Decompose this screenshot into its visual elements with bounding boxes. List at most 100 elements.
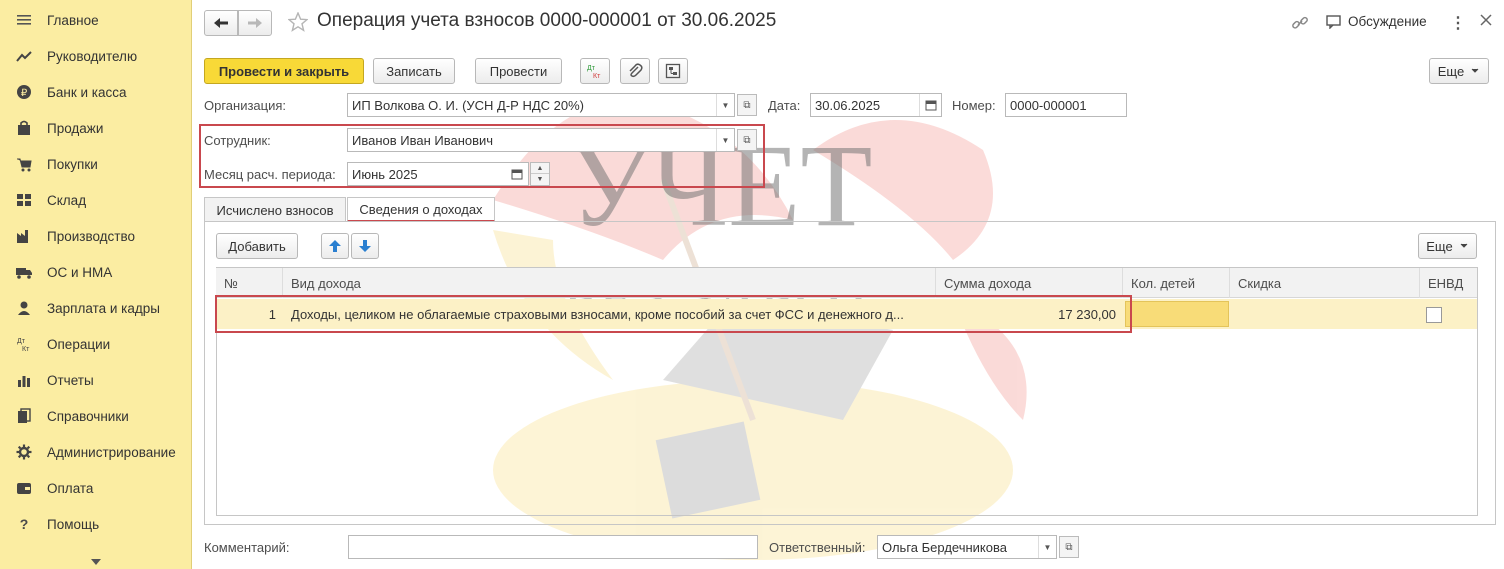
bag-icon (15, 119, 33, 137)
document-form: УЧЕТ БЕЗ ЗАБОТ Операция учета взносов 00… (193, 0, 1504, 569)
forward-button[interactable] (238, 10, 272, 36)
comment-field[interactable] (348, 535, 758, 559)
svg-text:Дт: Дт (17, 338, 26, 345)
tab-income-details[interactable]: Сведения о доходах (347, 197, 495, 222)
close-icon[interactable] (1479, 13, 1493, 30)
row-discount-cell[interactable] (1230, 299, 1420, 329)
row-amount[interactable]: 17 230,00 (936, 299, 1116, 329)
dropdown-icon[interactable]: ▼ (1038, 536, 1056, 558)
row-children-cell[interactable] (1125, 301, 1229, 327)
truck-icon (15, 263, 33, 281)
back-button[interactable] (204, 10, 238, 36)
month-field[interactable]: Июнь 2025 (347, 162, 529, 186)
sidebar-item-admin[interactable]: Администрирование (0, 434, 192, 470)
sidebar-item-label: Справочники (47, 408, 129, 424)
trend-icon (15, 47, 33, 65)
table-more-button[interactable]: Еще (1418, 233, 1477, 259)
sidebar-item-label: Отчеты (47, 372, 94, 388)
person-icon (15, 299, 33, 317)
discussion-button[interactable]: Обсуждение (1326, 14, 1427, 29)
cart-icon (15, 155, 33, 173)
sidebar-item-label: Банк и касса (47, 84, 127, 100)
organization-field[interactable]: ИП Волкова О. И. (УСН Д-Р НДС 20%) ▼ (347, 93, 735, 117)
sidebar-item-label: Склад (47, 192, 87, 208)
paperclip-icon (629, 63, 643, 78)
sidebar-item-purchases[interactable]: Покупки (0, 146, 192, 182)
sidebar-item-manager[interactable]: Руководителю (0, 38, 192, 74)
move-up-button[interactable] (321, 233, 349, 259)
employee-value: Иванов Иван Иванович (352, 132, 494, 148)
sidebar-item-warehouse[interactable]: Склад (0, 182, 192, 218)
column-header-income-type[interactable]: Вид дохода (283, 268, 936, 298)
post-button[interactable]: Провести (475, 58, 562, 84)
arrow-left-icon (214, 18, 228, 28)
sidebar-item-salary[interactable]: Зарплата и кадры (0, 290, 192, 326)
chevron-down-icon[interactable]: ▼ (531, 174, 549, 185)
sidebar-item-operations[interactable]: Дт Кт Операции (0, 326, 192, 362)
add-button[interactable]: Добавить (216, 233, 298, 259)
discussion-label: Обсуждение (1348, 14, 1427, 29)
sidebar-item-label: Производство (47, 228, 136, 244)
post-and-close-button[interactable]: Провести и закрыть (204, 58, 364, 84)
svg-text:₽: ₽ (21, 88, 28, 99)
move-down-button[interactable] (351, 233, 379, 259)
bar-chart-icon (15, 371, 33, 389)
organization-label: Организация: (204, 98, 287, 113)
responsible-field[interactable]: Ольга Бердечникова ▼ (877, 535, 1057, 559)
sidebar-item-fixed-assets[interactable]: ОС и НМА (0, 254, 192, 290)
comment-label: Комментарий: (204, 540, 290, 555)
sidebar-item-production[interactable]: Производство (0, 218, 192, 254)
chevron-up-icon[interactable]: ▲ (531, 163, 549, 174)
gear-icon (15, 443, 33, 461)
sidebar-item-reports[interactable]: Отчеты (0, 362, 192, 398)
sidebar-item-directories[interactable]: Справочники (0, 398, 192, 434)
column-header-amount[interactable]: Сумма дохода (936, 268, 1123, 298)
sidebar-item-label: Оплата (47, 480, 94, 496)
open-employee-button[interactable]: ⧉ (737, 129, 757, 151)
svg-text:Дт: Дт (587, 65, 596, 72)
column-header-discount[interactable]: Скидка (1230, 268, 1420, 298)
calendar-icon[interactable] (507, 163, 527, 185)
attach-button[interactable] (620, 58, 650, 84)
calendar-icon[interactable] (919, 94, 941, 116)
factory-icon (15, 227, 33, 245)
sidebar-item-bank[interactable]: ₽ Банк и касса (0, 74, 192, 110)
more-vertical-icon[interactable]: ⋮ (1450, 13, 1466, 33)
number-field[interactable]: 0000-000001 (1005, 93, 1127, 117)
arrow-right-icon (248, 18, 262, 28)
column-header-envd[interactable]: ЕНВД (1420, 268, 1477, 298)
employee-field[interactable]: Иванов Иван Иванович ▼ (347, 128, 735, 152)
menu-icon (15, 11, 33, 29)
question-icon: ? (19, 516, 29, 532)
sidebar-item-main[interactable]: Главное (0, 2, 192, 38)
tab-calculated-contributions[interactable]: Исчислено взносов (204, 197, 346, 222)
open-responsible-button[interactable]: ⧉ (1059, 536, 1079, 558)
month-stepper[interactable]: ▲ ▼ (530, 162, 550, 186)
dt-kt-button[interactable]: Дт Кт (580, 58, 610, 84)
column-header-number[interactable]: № (216, 268, 283, 298)
dropdown-icon[interactable]: ▼ (716, 94, 734, 116)
date-field[interactable]: 30.06.2025 (810, 93, 942, 117)
sidebar-scroll-down[interactable] (0, 555, 192, 569)
dropdown-icon[interactable]: ▼ (716, 129, 734, 151)
chevron-down-icon (1460, 243, 1468, 248)
row-number: 1 (268, 306, 276, 322)
favorite-star-icon[interactable] (287, 11, 310, 34)
open-organization-button[interactable]: ⧉ (737, 94, 757, 116)
link-icon[interactable] (1291, 14, 1309, 35)
sidebar-item-label: Администрирование (47, 444, 176, 460)
save-button[interactable]: Записать (373, 58, 455, 84)
column-header-children[interactable]: Кол. детей (1123, 268, 1230, 298)
sidebar-item-payment[interactable]: Оплата (0, 470, 192, 506)
sidebar-item-sales[interactable]: Продажи (0, 110, 192, 146)
wallet-icon (15, 479, 33, 497)
structure-button[interactable] (658, 58, 688, 84)
date-label: Дата: (768, 98, 801, 113)
more-button[interactable]: Еще (1429, 58, 1489, 84)
row-income-type[interactable]: Доходы, целиком не облагаемые страховыми… (291, 299, 931, 329)
sidebar-item-label: Главное (47, 12, 99, 28)
sidebar-item-help[interactable]: ? Помощь (0, 506, 192, 542)
table-more-label: Еще (1426, 238, 1453, 254)
table-row[interactable]: 1 Доходы, целиком не облагаемые страховы… (216, 299, 1477, 329)
row-envd-checkbox[interactable] (1426, 307, 1442, 323)
